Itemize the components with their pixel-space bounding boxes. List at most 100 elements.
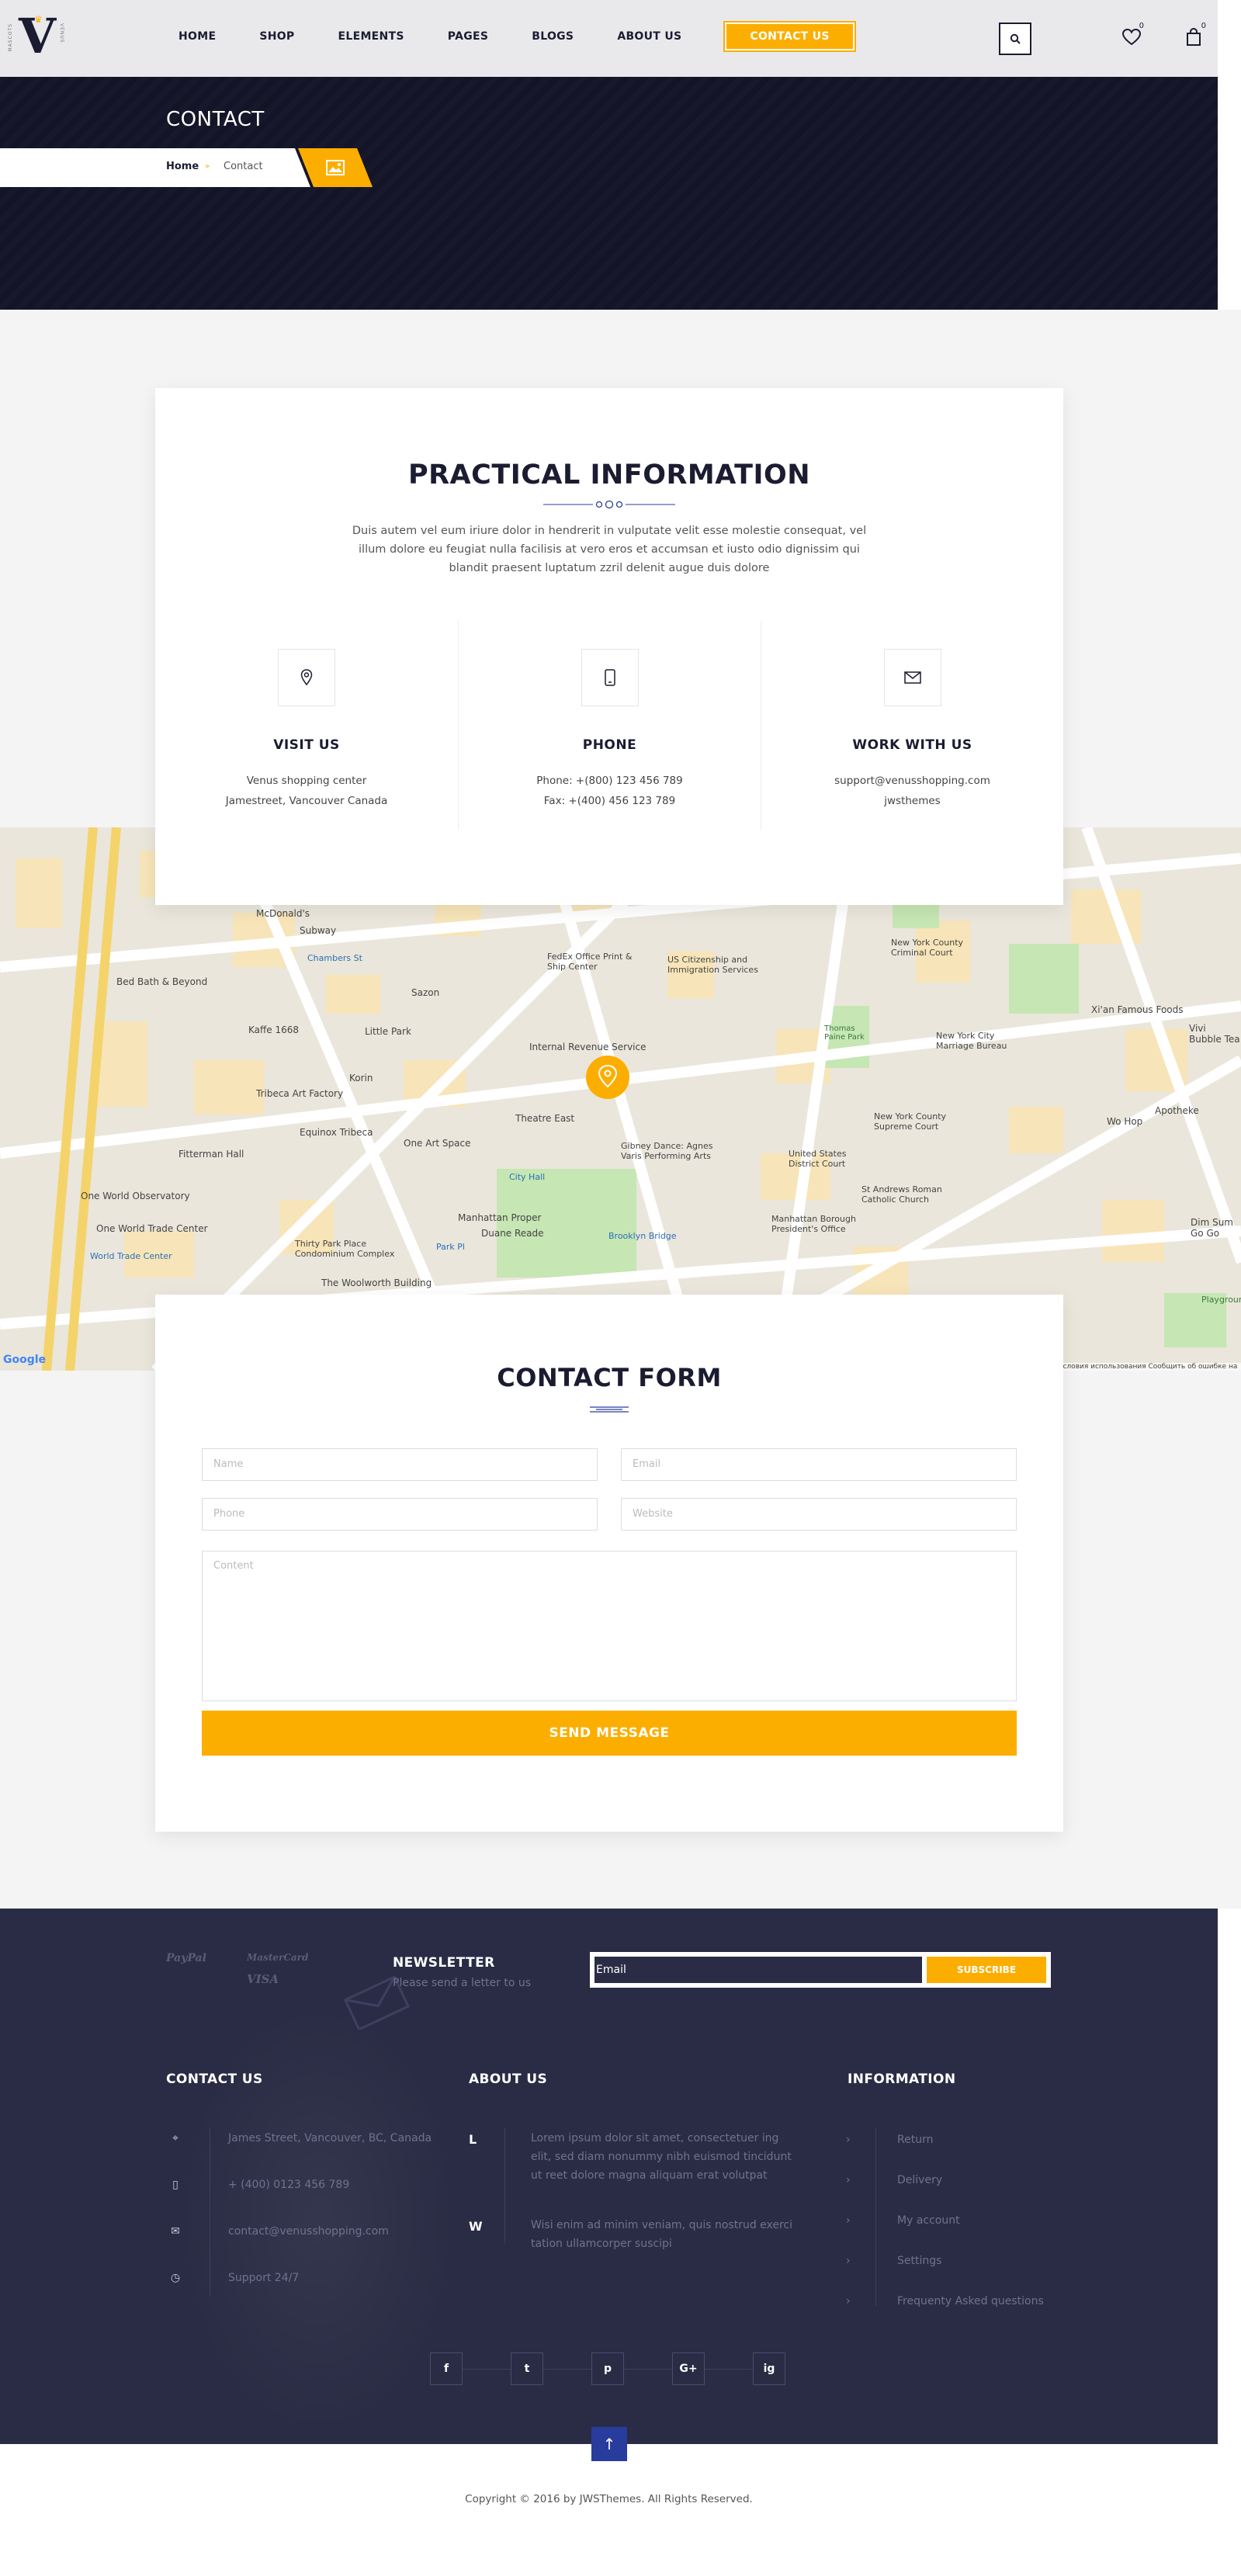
footer-link-faq[interactable]: Frequenty Asked questions [897,2295,1044,2307]
site-footer: PayPal MasterCard VISA NEWSLETTER Please… [0,1909,1218,2444]
nav-contact-us-button[interactable]: CONTACT US [723,21,856,52]
map-label: Manhattan Borough President's Office [771,1214,856,1234]
map-label: One World Trade Center [96,1223,208,1234]
phone-line-2: Fax: +(400) 456 123 789 [543,795,676,807]
wishlist-button[interactable]: 0 [1118,22,1146,51]
nav-shop[interactable]: SHOP [259,21,294,52]
subscribe-button[interactable]: SUBSCRIBE [927,1957,1046,1983]
chevron-right-icon: › [846,2134,851,2146]
page-title: CONTACT [166,108,265,131]
envelope-icon: ✉ [171,2225,180,2238]
contact-form-title: CONTACT FORM [497,1363,722,1392]
send-message-button[interactable]: SEND MESSAGE [202,1711,1017,1756]
mastercard-logo: MasterCard [247,1952,309,1963]
instagram-icon[interactable]: ig [753,2352,785,2385]
contact-form-card: CONTACT FORM Name Email Phone Website Co… [155,1295,1063,1832]
page-title-bar: CONTACT Home » Contact [0,77,1218,310]
map-label: Manhattan Proper [458,1212,542,1223]
search-button[interactable] [999,23,1031,55]
visit-us-column: VISIT US Venus shopping center Jamestree… [155,621,458,830]
chevron-right-icon: › [846,2214,851,2227]
map-label: New York County Supreme Court [874,1111,947,1132]
mobile-phone-icon: ▯ [172,2179,179,2191]
map-label: Apotheke [1155,1105,1199,1116]
nav-blogs[interactable]: BLOGS [532,21,574,52]
map-label: The Woolworth Building [321,1278,432,1288]
map-label: Tribeca Art Factory [256,1088,344,1099]
map-label: United States District Court [789,1149,847,1169]
map-pin-icon [300,669,313,686]
google-map[interactable]: McDonald's Bed Bath & Beyond Kaffe 1668 … [0,827,1241,1371]
nav-home[interactable]: HOME [179,21,216,52]
footer-link-settings[interactable]: Settings [897,2255,941,2267]
twitter-icon[interactable]: t [511,2352,543,2385]
footer-contact-phone: + (400) 0123 456 789 [228,2179,350,2191]
map-label: Thirty Park Place Condominium Complex [295,1239,395,1259]
footer-contact-address: James Street, Vancouver, BC, Canada [228,2132,432,2144]
clock-icon: ◷ [170,2272,181,2284]
content-textarea[interactable]: Content [202,1551,1017,1701]
work-line-1[interactable]: support@venusshopping.com [761,775,1063,787]
footer-link-return[interactable]: Return [897,2134,933,2146]
footer-contact-title: CONTACT US [166,2072,263,2087]
name-input[interactable]: Name [202,1448,598,1481]
nav-pages[interactable]: PAGES [448,21,488,52]
map-marker[interactable] [586,1056,629,1099]
map-label: St Andrews Roman Catholic Church [861,1184,942,1205]
logo-side-text-right: VENUS [59,23,64,43]
footer-contact-email[interactable]: contact@venusshopping.com [228,2225,389,2238]
map-terms-link[interactable]: Условия использования Сообщить об ошибке… [1056,1363,1241,1371]
footer-link-delivery[interactable]: Delivery [897,2174,942,2186]
visit-us-title: VISIT US [273,737,340,753]
wishlist-count: 0 [1139,22,1144,30]
map-label: Wo Hop [1107,1116,1143,1127]
scroll-to-top-button[interactable]: ↑ [591,2427,627,2461]
visit-us-icon-box [278,649,335,706]
phone-input[interactable]: Phone [202,1498,598,1531]
visit-us-line-2: Jamestreet, Vancouver Canada [225,795,388,807]
map-label: US Citizenship and Immigration Services [667,955,758,975]
email-input[interactable]: Email [621,1448,1017,1481]
map-label: Brooklyn Bridge [608,1231,677,1241]
map-label: Duane Reade [481,1228,544,1239]
breadcrumb-home-link[interactable]: Home [166,161,199,172]
map-label: New York County Criminal Court [891,938,964,958]
main-nav: HOME SHOP ELEMENTS PAGES BLOGS ABOUT US … [179,21,856,52]
practical-info-title: PRACTICAL INFORMATION [407,459,811,491]
map-label: Vivi Bubble Tea [1189,1023,1240,1045]
map-label: Bed Bath & Beyond [116,976,208,987]
map-label: Park Pl [436,1242,465,1252]
facebook-icon[interactable]: f [430,2352,463,2385]
visit-us-line-1: Venus shopping center [246,775,367,787]
breadcrumb-current: Contact [224,161,263,172]
cart-button[interactable]: 0 [1180,22,1208,51]
map-label: Sazon [411,987,440,998]
chevron-right-icon: › [846,2174,851,2186]
envelope-icon [904,671,921,684]
map-label: Fitterman Hall [179,1149,244,1160]
about-letter-l: L [469,2132,477,2147]
nav-about-us[interactable]: ABOUT US [617,21,681,52]
map-label: Chambers St [307,953,362,963]
newsletter-subtitle: Please send a letter to us [393,1977,532,1989]
map-label: Theatre East [515,1113,575,1124]
map-label: One World Observatory [81,1191,190,1201]
newsletter-email-input[interactable]: Email [595,1957,922,1983]
work-with-us-column: WORK WITH US support@venusshopping.com j… [761,621,1063,830]
pinterest-icon[interactable]: p [591,2352,624,2385]
map-label: Xi'an Famous Foods [1091,1004,1184,1015]
phone-column: PHONE Phone: +(800) 123 456 789 Fax: +(4… [458,621,761,830]
footer-contact-support: Support 24/7 [228,2272,300,2284]
website-input[interactable]: Website [621,1498,1017,1531]
nav-elements[interactable]: ELEMENTS [338,21,404,52]
newsletter-form: Email SUBSCRIBE [590,1952,1051,1988]
map-label: Subway [300,925,337,936]
map-canvas [0,827,1241,1371]
map-label: Gibney Dance: Agnes Varis Performing Art… [621,1141,713,1161]
search-icon [1010,33,1021,44]
google-plus-icon[interactable]: G+ [672,2352,705,2385]
site-logo[interactable]: MASCOTS V ♛ VENUS [8,9,65,67]
footer-about-title: ABOUT US [469,2072,548,2087]
map-label: Korin [349,1073,373,1083]
footer-link-my-account[interactable]: My account [897,2214,960,2227]
